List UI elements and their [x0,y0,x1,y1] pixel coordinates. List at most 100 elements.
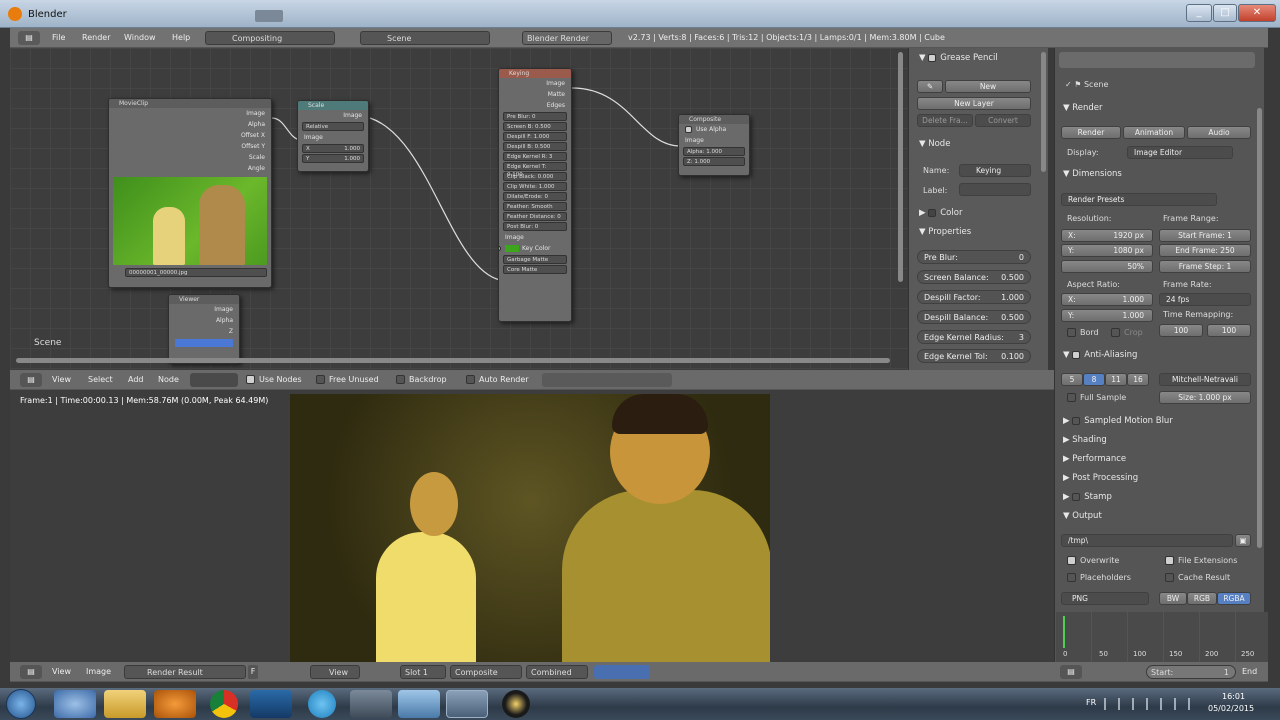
delete-frame-button[interactable]: Delete Fra... [917,114,973,127]
crop-checkbox[interactable]: Crop [1111,328,1143,337]
checkbox[interactable] [1067,556,1076,565]
node-menu-add[interactable]: Add [128,373,144,387]
dimensions-section-header[interactable]: ▼ Dimensions [1063,166,1122,182]
use-alpha-checkbox[interactable]: Use Alpha [679,124,749,135]
menu-window[interactable]: Window [124,31,156,45]
recorder-icon[interactable] [502,690,530,718]
backdrop-toggle[interactable]: Backdrop [396,373,447,387]
node-menu-node[interactable]: Node [158,373,179,387]
auto-render-toggle[interactable]: Auto Render [466,373,529,387]
image-editor-type-button[interactable]: ▤ [20,665,42,679]
scale-mode-select[interactable]: Relative [302,122,364,131]
properties-scrollbar[interactable] [1257,108,1262,548]
keying-param[interactable]: Edge Kernel T: 0.100 [503,162,567,178]
color-section-header[interactable]: ▶ Color [919,205,962,221]
checkbox[interactable] [1072,350,1081,359]
resolution-percentage-field[interactable]: 50% [1061,260,1153,273]
menu-help[interactable]: Help [172,31,190,45]
keying-node[interactable]: Keying Image Matte Edges Pre Blur: 0 Scr… [498,68,572,322]
pencil-icon[interactable]: ✎ [917,80,943,93]
maximize-button[interactable]: □ [1213,4,1237,22]
audio-button[interactable]: Audio [1187,126,1251,139]
keying-input-field[interactable]: Core Matte [503,265,567,274]
slot-select[interactable]: Slot 1 [400,665,446,679]
convert-button[interactable]: Convert [975,114,1031,127]
editor-type-button[interactable]: ▤ [18,31,40,45]
node-tree-type-buttons[interactable] [190,373,238,387]
network-icon[interactable] [398,690,440,718]
fake-user-button[interactable]: F [248,665,258,679]
screen-layout-select[interactable]: Compositing [205,31,335,45]
viewer-node[interactable]: Viewer Image Alpha Z [168,294,240,364]
start-button-icon[interactable] [6,689,36,719]
minimize-button[interactable]: _ [1186,4,1212,22]
prop-field[interactable]: Edge Kernel Radius: 3 [917,330,1031,344]
resolution-y-field[interactable]: Y: 1080 px [1061,244,1153,257]
checkbox[interactable] [1067,393,1076,402]
key-color-swatch[interactable] [505,245,519,252]
aa-samples-8[interactable]: 8 [1083,373,1105,386]
checkbox[interactable] [316,375,325,384]
render-button[interactable]: Render [1061,126,1121,139]
prop-field[interactable]: Despill Balance: 0.500 [917,310,1031,324]
checkbox[interactable] [1067,328,1076,337]
keying-param[interactable]: Pre Blur: 0 [503,112,567,121]
node-editor-area[interactable]: MovieClip Image Alpha Offset X Offset Y … [10,48,908,370]
full-sample-checkbox[interactable]: Full Sample [1067,393,1126,402]
node-editor-vscroll[interactable] [898,52,903,282]
resolution-x-field[interactable]: X: 1920 px [1061,229,1153,242]
color-bw-button[interactable]: BW [1159,592,1187,605]
ie-icon[interactable] [54,690,96,718]
scene-select[interactable]: Scene [360,31,490,45]
explorer-icon[interactable] [104,690,146,718]
checkbox[interactable] [928,53,937,62]
sidebar-scrollbar[interactable] [1041,52,1046,172]
composite-alpha-field[interactable]: Alpha: 1.000 [683,147,745,156]
end-frame-field[interactable]: End Frame: 250 [1159,244,1251,257]
properties-tab-bar[interactable] [1059,52,1255,68]
aspect-y-field[interactable]: Y: 1.000 [1061,309,1153,322]
checkbox[interactable] [466,375,475,384]
movieclip-node[interactable]: MovieClip Image Alpha Offset X Offset Y … [108,98,272,288]
input-socket[interactable] [499,246,501,251]
aa-filter-select[interactable]: Mitchell-Netravali [1159,373,1251,386]
file-format-select[interactable]: PNG [1061,592,1149,605]
folder-icon[interactable]: ▣ [1235,534,1251,547]
aa-samples-5[interactable]: 5 [1061,373,1083,386]
skype-icon[interactable] [308,690,336,718]
keying-param[interactable]: Post Blur: 0 [503,222,567,231]
keying-param[interactable]: Screen B: 0.500 [503,122,567,131]
new-layer-button[interactable]: New Layer [917,97,1031,110]
prop-field[interactable]: Edge Kernel Tol: 0.100 [917,349,1031,363]
tray-icons[interactable] [1104,698,1194,710]
scale-x-field[interactable]: X 1.000 [302,144,364,153]
layer-select[interactable]: Composite [450,665,522,679]
node-label-field[interactable] [959,183,1031,196]
checkbox[interactable] [1067,573,1076,582]
image-menu-view[interactable]: View [52,665,71,679]
prop-field[interactable]: Screen Balance: 0.500 [917,270,1031,284]
checkbox[interactable] [396,375,405,384]
tool-icon[interactable] [350,690,392,718]
free-unused-toggle[interactable]: Free Unused [316,373,379,387]
language-indicator[interactable]: FR [1086,698,1096,707]
keying-input-field[interactable]: Garbage Matte [503,255,567,264]
checkbox[interactable] [1111,328,1120,337]
properties-section-header[interactable]: ▼ Properties [919,224,971,240]
clock-time[interactable]: 16:01 [1222,692,1245,701]
composite-z-field[interactable]: Z: 1.000 [683,157,745,166]
node-section-header[interactable]: ▼ Node [919,136,950,152]
menu-file[interactable]: File [52,31,65,45]
checkbox[interactable] [685,126,692,133]
overwrite-checkbox[interactable]: Overwrite [1067,556,1119,565]
timeline-area[interactable]: 0 50 100 150 200 250 [1054,612,1268,662]
image-viewer-area[interactable]: Frame:1 | Time:00:00.13 | Mem:58.76M (0.… [10,390,1054,662]
close-button[interactable]: ✕ [1238,4,1276,22]
prop-field[interactable]: Despill Factor: 1.000 [917,290,1031,304]
node-editor-type-button[interactable]: ▤ [20,373,42,387]
shading-header[interactable]: ▶ Shading [1063,432,1107,448]
border-checkbox[interactable]: Bord [1067,328,1099,337]
menu-render[interactable]: Render [82,31,110,45]
blender-taskbar-icon[interactable] [446,690,488,718]
prop-field[interactable]: Pre Blur: 0 [917,250,1031,264]
